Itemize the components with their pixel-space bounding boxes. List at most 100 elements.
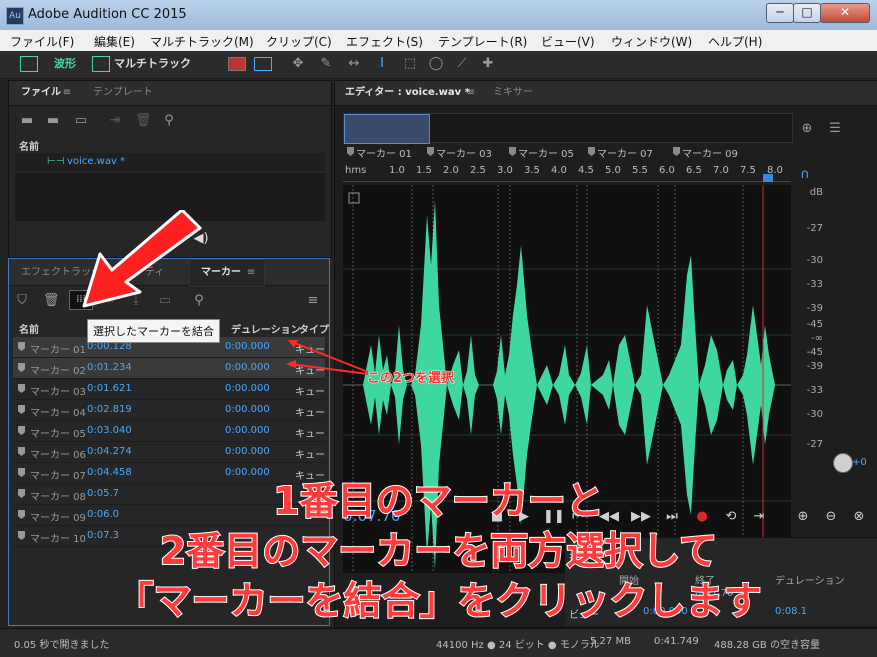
marker-name: マーカー 04	[30, 408, 86, 419]
title-bar: Au Adobe Audition CC 2015 ─ □ ✕	[0, 0, 877, 31]
time-tick: 2.5	[470, 165, 486, 176]
menu-file[interactable]: ファイル(F)	[10, 33, 74, 50]
marker-row[interactable]: マーカー 06 0:04.274 0:00.000 キュー	[13, 442, 325, 463]
db-label: -27	[806, 223, 823, 234]
menu-help[interactable]: ヘルプ(H)	[708, 33, 762, 50]
spot-healing-icon[interactable]: ✚	[480, 56, 496, 72]
name-column-header: 名前	[19, 142, 39, 153]
delete-icon[interactable]: 🗑	[135, 113, 152, 129]
marker-flag-icon	[18, 342, 25, 351]
close-button[interactable]: ✕	[820, 3, 870, 23]
time-tick: 6.0	[659, 165, 675, 176]
db-label: -45	[806, 319, 823, 330]
import-icon[interactable]: ▬	[45, 113, 61, 129]
file-name: voice.wav *	[67, 156, 126, 167]
marker-row[interactable]: マーカー 02 0:01.234 0:00.000 キュー	[13, 358, 325, 379]
options-icon[interactable]: ≡	[305, 293, 321, 309]
waveform-file-icon: ⊢⊣	[47, 156, 65, 167]
marker-ruler: マーカー 01 マーカー 03 マーカー 05 マーカー 07 マーカー 09	[343, 147, 791, 160]
marker-name: マーカー 06	[30, 450, 86, 461]
ruler-marker-flag-icon	[588, 147, 595, 156]
playhead-handle[interactable]	[763, 174, 773, 182]
marker-duration: 0:00.000	[225, 362, 270, 373]
move-tool-icon[interactable]: ✥	[290, 56, 306, 72]
db-scale: dB -27 -30 -33 -39 -45 -∞ -45 -39 -33 -3…	[793, 185, 827, 475]
open-file-icon[interactable]: ▬	[19, 113, 35, 129]
marker-name: マーカー 03	[30, 387, 86, 398]
file-row[interactable]: ⊢⊣ voice.wav *	[15, 153, 325, 171]
status-size: 5.27 MB	[590, 636, 631, 647]
menu-multitrack[interactable]: マルチトラック(M)	[150, 33, 254, 50]
time-selection-tool-icon[interactable]: I	[374, 56, 390, 72]
tab-mixer[interactable]: ミキサー	[493, 81, 533, 105]
markers-panel-menu-icon[interactable]: ≡	[245, 265, 257, 281]
db-label: -30	[806, 409, 823, 420]
callout-arrowhead	[286, 360, 296, 368]
delete-marker-icon[interactable]: 🗑	[43, 293, 60, 309]
panel-menu-icon[interactable]: ≡	[61, 85, 73, 101]
ruler-marker-label: マーカー 07	[597, 149, 653, 160]
slip-tool-icon[interactable]: ↔	[346, 56, 362, 72]
ruler-marker-label: マーカー 09	[682, 149, 738, 160]
headphones-icon[interactable]: ∩	[797, 167, 813, 183]
add-marker-icon[interactable]: ⛉	[15, 293, 29, 309]
ruler-marker-flag-icon	[673, 147, 680, 156]
db-label: -39	[806, 303, 823, 314]
menu-edit[interactable]: 編集(E)	[94, 33, 135, 50]
menu-window[interactable]: ウィンドウ(W)	[611, 33, 692, 50]
window-title: Adobe Audition CC 2015	[28, 7, 187, 22]
time-tick: 2.0	[443, 165, 459, 176]
panel-options-icon[interactable]: ☰	[827, 121, 843, 137]
maximize-button[interactable]: □	[793, 3, 821, 23]
marker-flag-icon	[18, 447, 25, 456]
toolbar: 波形 マルチトラック ✥ ✎ ↔ I ⬚ ◯ ⟋ ✚	[0, 51, 877, 79]
marker-start: 0:03.040	[87, 425, 132, 436]
lasso-tool-icon[interactable]: ◯	[428, 56, 444, 72]
marker-row[interactable]: マーカー 05 0:03.040 0:00.000 キュー	[13, 421, 325, 442]
pitch-display-icon[interactable]	[254, 57, 272, 71]
tab-templates[interactable]: テンプレート	[93, 81, 153, 105]
multitrack-icon	[92, 56, 110, 72]
marquee-tool-icon[interactable]: ⬚	[402, 56, 418, 72]
files-tab-row: ファイル ≡ テンプレート	[9, 81, 331, 106]
tab-editor[interactable]: エディター : voice.wav *	[345, 81, 470, 105]
tutorial-arrow	[82, 210, 202, 308]
marker-row[interactable]: マーカー 03 0:01.621 0:00.000 キュー	[13, 379, 325, 400]
caption-line-2: 2番目のマーカーを両方選択して	[159, 528, 718, 574]
insert-icon[interactable]: ⇥	[105, 113, 125, 129]
status-bar: 0.05 秒で開きました 44100 Hz ● 24 ビット ● モノラル 5.…	[0, 628, 877, 657]
time-tick: 1.0	[389, 165, 405, 176]
menu-effects[interactable]: エフェクト(S)	[346, 33, 423, 50]
menu-template[interactable]: テンプレート(R)	[438, 33, 527, 50]
spectral-display-icon[interactable]	[228, 57, 246, 71]
editor-panel-menu-icon[interactable]: ≡	[465, 85, 477, 101]
caption-line-1: 1番目のマーカーと	[272, 478, 604, 524]
waveform-view-button[interactable]: 波形	[54, 55, 76, 73]
razor-tool-icon[interactable]: ✎	[318, 56, 334, 72]
overview-viewport[interactable]	[344, 114, 430, 144]
menu-view[interactable]: ビュー(V)	[541, 33, 595, 50]
search-icon[interactable]: ⚲	[159, 113, 179, 129]
callout-line	[291, 341, 369, 373]
time-tick: 7.0	[713, 165, 729, 176]
marker-start: 0:01.621	[87, 383, 132, 394]
time-tick: 3.5	[524, 165, 540, 176]
marker-start: 0:04.274	[87, 446, 132, 457]
marker-row[interactable]: マーカー 04 0:02.819 0:00.000 キュー	[13, 400, 325, 421]
new-file-icon[interactable]: ▭	[71, 113, 91, 129]
multitrack-view-button[interactable]: マルチトラック	[114, 55, 191, 73]
zoom-tool-icon[interactable]: ⊕	[798, 121, 816, 137]
tab-files[interactable]: ファイル	[21, 81, 61, 105]
time-ruler[interactable]: hms 1.0 1.5 2.0 2.5 3.0 3.5 4.0 4.5 5.0 …	[343, 165, 791, 182]
marker-duration: 0:00.000	[225, 404, 270, 415]
minimize-button[interactable]: ─	[766, 3, 794, 23]
marker-name: マーカー 02	[30, 366, 86, 377]
ruler-marker-label: マーカー 05	[518, 149, 574, 160]
overview-bar[interactable]	[343, 113, 793, 144]
ruler-marker-flag-icon	[427, 147, 434, 156]
marker-duration: 0:00.000	[225, 425, 270, 436]
menu-clip[interactable]: クリップ(C)	[266, 33, 332, 50]
brush-tool-icon[interactable]: ⟋	[454, 56, 470, 72]
status-free-space: 488.28 GB の空き容量	[714, 640, 820, 651]
db-label: -30	[806, 255, 823, 266]
